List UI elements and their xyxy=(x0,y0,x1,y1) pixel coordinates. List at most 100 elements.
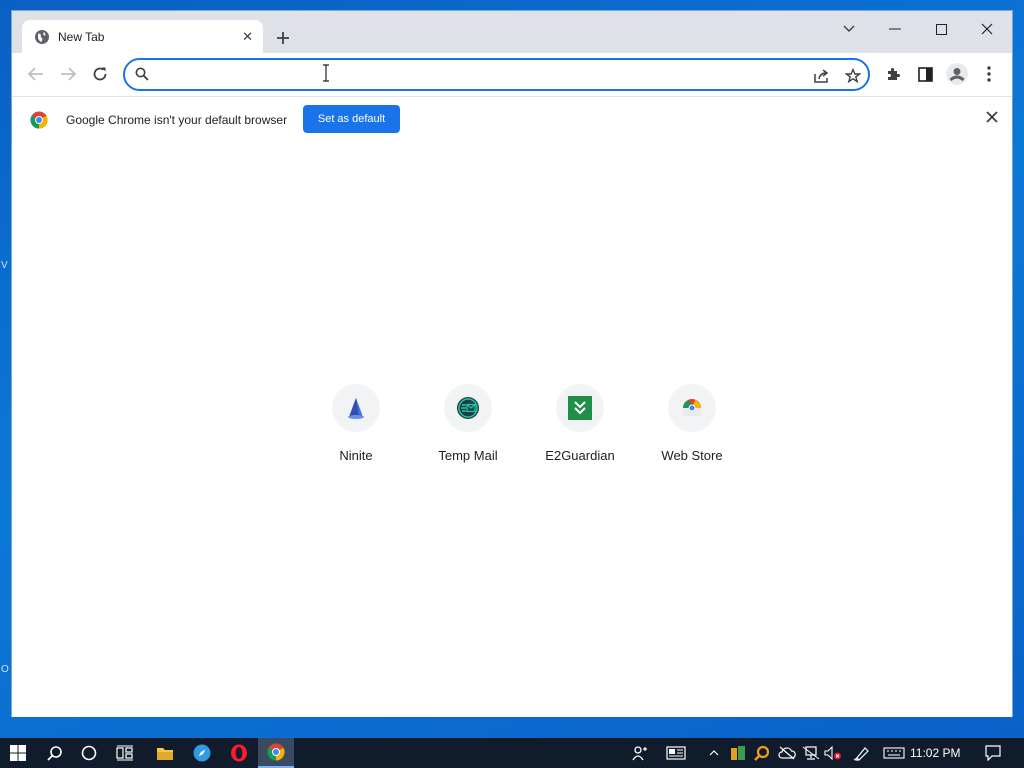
tab-strip: New Tab ✕ xyxy=(12,11,1012,53)
close-window-button[interactable] xyxy=(964,15,1010,43)
temp-mail-icon xyxy=(457,397,479,419)
file-explorer-button[interactable] xyxy=(148,738,182,768)
people-button[interactable] xyxy=(628,738,652,768)
tab-search-button[interactable] xyxy=(826,15,872,43)
notification-icon xyxy=(985,745,1001,761)
more-vert-icon xyxy=(987,66,991,82)
shortcut-temp-mail[interactable]: Temp Mail xyxy=(412,384,524,463)
windows-logo-icon xyxy=(10,745,26,761)
tray-app-3[interactable] xyxy=(776,738,798,768)
shortcut-label: Temp Mail xyxy=(438,448,498,463)
people-icon xyxy=(632,746,647,761)
reload-icon xyxy=(93,67,107,81)
set-as-default-button[interactable]: Set as default xyxy=(303,105,400,133)
maximize-button[interactable] xyxy=(918,15,964,43)
shortcut-label: Web Store xyxy=(661,448,723,463)
new-tab-page: Ninite Temp Mail E2Guardian Web Store xyxy=(12,142,1012,717)
tray-app-2[interactable] xyxy=(752,738,772,768)
chrome-logo-icon xyxy=(30,111,48,129)
shortcut-e2guardian[interactable]: E2Guardian xyxy=(524,384,636,463)
minimize-icon xyxy=(889,28,901,30)
share-button[interactable] xyxy=(810,65,832,87)
tab-new-tab[interactable]: New Tab ✕ xyxy=(22,20,263,53)
action-center-button[interactable] xyxy=(978,738,1008,768)
keyboard-icon xyxy=(883,747,905,759)
bookmark-button[interactable] xyxy=(842,65,864,87)
cloud-off-icon xyxy=(778,746,796,760)
shortcut-icon-bg xyxy=(332,384,380,432)
compass-browser-icon xyxy=(193,744,211,762)
desktop-edge-glyph: V xyxy=(1,260,8,271)
shortcut-icon-bg xyxy=(444,384,492,432)
minimize-button[interactable] xyxy=(872,15,918,43)
omnibox[interactable] xyxy=(123,58,870,91)
reload-button[interactable] xyxy=(86,60,114,88)
tray-app-1[interactable] xyxy=(728,738,748,768)
cortana-circle-icon xyxy=(81,745,97,761)
side-panel-icon xyxy=(917,66,933,82)
tab-title: New Tab xyxy=(58,29,105,44)
desktop-edge-glyph: O xyxy=(1,664,9,675)
web-store-icon xyxy=(683,399,701,416)
text-cursor-icon xyxy=(323,64,329,82)
share-icon xyxy=(814,69,829,83)
start-button[interactable] xyxy=(0,738,36,768)
volume-muted-icon xyxy=(824,746,841,760)
puzzle-icon xyxy=(888,68,900,80)
chrome-logo-icon xyxy=(267,743,285,761)
profile-avatar-icon xyxy=(946,63,968,85)
ninite-icon xyxy=(348,398,364,419)
tray-overflow-button[interactable] xyxy=(704,738,724,768)
folder-icon xyxy=(157,747,173,760)
side-panel-button[interactable] xyxy=(911,60,939,88)
star-icon xyxy=(845,68,861,84)
magnifier-tray-icon xyxy=(754,745,770,761)
network-button[interactable] xyxy=(800,738,822,768)
shortcut-web-store[interactable]: Web Store xyxy=(636,384,748,463)
shortcut-icon-bg xyxy=(556,384,604,432)
keyboard-button[interactable] xyxy=(880,738,908,768)
globe-icon xyxy=(35,29,49,44)
shortcut-icon-bg xyxy=(668,384,716,432)
pen-icon xyxy=(853,747,869,761)
profile-button[interactable] xyxy=(943,60,971,88)
task-view-button[interactable] xyxy=(108,738,142,768)
taskbar: 11:02 PM xyxy=(0,738,1024,768)
chevron-down-icon xyxy=(843,25,855,32)
tab-close-icon[interactable]: ✕ xyxy=(242,29,253,45)
pen-button[interactable] xyxy=(850,738,874,768)
shortcut-ninite[interactable]: Ninite xyxy=(300,384,412,463)
search-icon xyxy=(135,67,149,81)
new-tab-button[interactable] xyxy=(270,25,296,51)
toolbar xyxy=(12,53,1012,96)
infobar-close-icon[interactable] xyxy=(986,111,998,123)
shortcut-label: Ninite xyxy=(339,448,373,463)
shortcut-label: E2Guardian xyxy=(545,448,615,463)
chevron-up-icon xyxy=(709,750,719,756)
clock-time[interactable]: 11:02 PM xyxy=(910,746,960,760)
address-input[interactable] xyxy=(159,63,799,87)
menu-button[interactable] xyxy=(975,60,1003,88)
chrome-taskbar-button[interactable] xyxy=(258,738,294,768)
opera-icon xyxy=(231,744,247,762)
extensions-button[interactable] xyxy=(879,60,907,88)
search-icon xyxy=(47,746,62,761)
search-taskbar-button[interactable] xyxy=(38,738,72,768)
close-icon xyxy=(981,23,993,35)
news-button[interactable] xyxy=(662,738,690,768)
infobar-message: Google Chrome isn't your default browser xyxy=(66,113,288,127)
back-button[interactable] xyxy=(22,60,50,88)
volume-button[interactable] xyxy=(822,738,844,768)
chrome-window: New Tab ✕ Google Chrome isn't your defau… xyxy=(11,10,1013,717)
arrow-left-icon xyxy=(28,67,43,81)
forward-button[interactable] xyxy=(54,60,82,88)
cortana-button[interactable] xyxy=(72,738,106,768)
maximize-icon xyxy=(935,23,947,35)
opera-button[interactable] xyxy=(222,738,256,768)
default-browser-infobar: Google Chrome isn't your default browser… xyxy=(12,96,1012,142)
arrow-right-icon xyxy=(61,67,76,81)
browser-app-button[interactable] xyxy=(184,738,220,768)
task-view-icon xyxy=(116,745,133,761)
plus-icon xyxy=(277,32,289,44)
network-icon xyxy=(802,746,820,760)
